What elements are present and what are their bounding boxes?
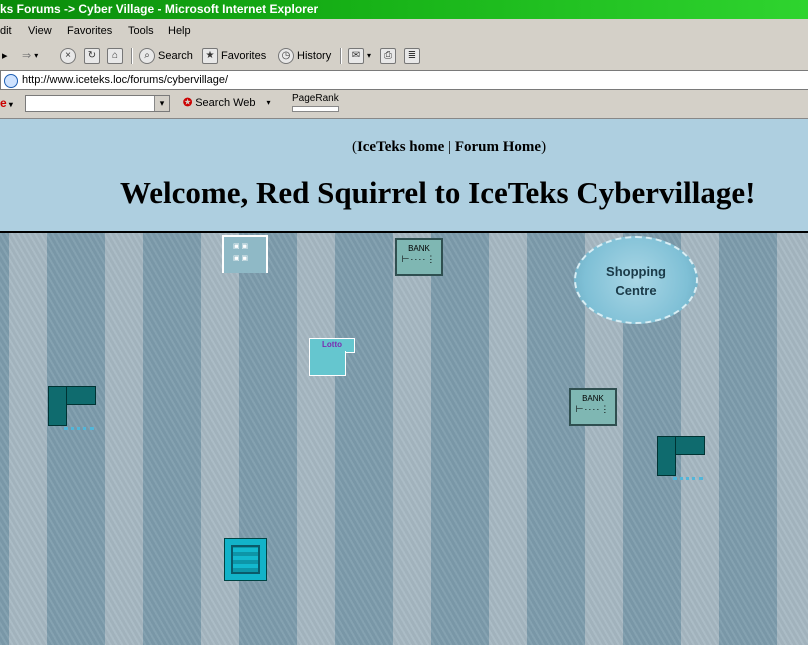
edit-icon: ≣	[404, 48, 420, 64]
menu-edit[interactable]: dit	[0, 21, 12, 41]
print-icon: ⎙	[380, 48, 396, 64]
page-icon	[4, 74, 18, 88]
search-button-label: Search	[158, 50, 193, 62]
address-input[interactable]: http://www.iceteks.loc/forums/cybervilla…	[0, 70, 808, 90]
building-path	[673, 477, 703, 480]
search-toolbar: e ▾ ▾ ✪ Search Web ▾ PageRank	[0, 93, 808, 115]
menu-help[interactable]: Help	[168, 21, 191, 41]
search-logo-text: e	[0, 96, 7, 110]
bank-dots: ⊢····⋮	[575, 404, 611, 414]
bank-building-2[interactable]: BANK ⊢····⋮	[569, 388, 617, 426]
l-shaped-building-2[interactable]	[657, 436, 705, 480]
building-roof-side	[657, 436, 676, 476]
toolbar-separator	[340, 48, 342, 64]
refresh-icon: ↻	[84, 48, 100, 64]
address-url: http://www.iceteks.loc/forums/cybervilla…	[22, 74, 229, 86]
mail-button[interactable]: ✉ ▾	[348, 47, 371, 65]
history-button[interactable]: ◷ History	[278, 47, 331, 65]
building-path	[64, 427, 94, 430]
stop-button[interactable]: ×	[60, 47, 76, 65]
search-web-label: Search Web	[195, 96, 256, 109]
paren-close: )	[541, 139, 547, 155]
search-web-input[interactable]: ▾	[25, 95, 170, 112]
print-button[interactable]: ⎙	[380, 47, 396, 65]
shopping-centre-label-1: Shopping	[606, 264, 666, 279]
square-building[interactable]	[224, 538, 267, 581]
address-bar: http://www.iceteks.loc/forums/cybervilla…	[0, 70, 808, 90]
stop-icon: ×	[60, 48, 76, 64]
window-title: ks Forums -> Cyber Village - Microsoft I…	[0, 0, 808, 19]
chevron-down-icon: ▾	[266, 98, 271, 107]
standard-toolbar: ▸ ⇒ ▾ × ↻ ⌂ ⌕ Search ★ Favorites ◷ History ✉…	[0, 44, 808, 68]
refresh-button[interactable]: ↻	[84, 47, 100, 65]
mail-icon: ✉	[348, 48, 364, 64]
village-map: ▣ ▣ ▣ ▣ BANK ⊢····⋮ Shopping Centre Lotto…	[0, 233, 808, 645]
favorites-icon: ★	[202, 48, 218, 64]
square-building-roof	[231, 545, 260, 574]
search-web-icon: ✪	[183, 97, 193, 109]
shopping-centre-label-2: Centre	[615, 283, 657, 298]
search-button[interactable]: ⌕ Search	[139, 47, 193, 65]
menu-view[interactable]: View	[28, 21, 52, 41]
pagerank-label: PageRank	[292, 93, 339, 104]
page-title: Welcome, Red Squirrel to IceTeks Cybervi…	[120, 175, 756, 210]
back-button[interactable]: ▸	[2, 47, 8, 65]
lotto-building[interactable]: Lotto	[309, 338, 355, 376]
apartment-building[interactable]: ▣ ▣ ▣ ▣	[222, 235, 268, 273]
building-roof-side	[48, 386, 67, 426]
l-shaped-building[interactable]	[48, 386, 96, 430]
home-icon: ⌂	[107, 48, 123, 64]
favorites-button-label: Favorites	[221, 50, 267, 62]
edit-button[interactable]: ≣	[404, 47, 420, 65]
home-button[interactable]: ⌂	[107, 47, 123, 65]
bank-dots: ⊢····⋮	[401, 254, 437, 264]
iceteks-home-link[interactable]: IceTeks home	[357, 139, 444, 155]
lotto-base	[309, 351, 346, 376]
menu-tools[interactable]: Tools	[128, 21, 154, 41]
menu-favorites[interactable]: Favorites	[67, 21, 112, 41]
forward-button[interactable]: ⇒ ▾	[22, 47, 38, 65]
bank-label: BANK	[408, 244, 430, 253]
search-dropdown[interactable]: ▾	[154, 96, 169, 111]
forward-arrow-icon: ⇒	[22, 50, 32, 62]
bank-label: BANK	[582, 394, 604, 403]
pagerank-bar	[292, 106, 339, 112]
history-button-label: History	[297, 50, 332, 62]
bank-building[interactable]: BANK ⊢····⋮	[395, 238, 443, 276]
shopping-centre-building[interactable]: Shopping Centre	[574, 236, 698, 324]
breadcrumb: (IceTeks home | Forum Home)	[0, 139, 808, 156]
forum-home-link[interactable]: Forum Home	[455, 139, 541, 155]
nav-separator: |	[448, 139, 452, 155]
favorites-button[interactable]: ★ Favorites	[202, 47, 266, 65]
page-header: (IceTeks home | Forum Home) Welcome, Red…	[0, 119, 808, 233]
back-arrow-icon: ▸	[2, 50, 8, 62]
search-logo[interactable]: e ▾	[0, 96, 13, 110]
web-page: (IceTeks home | Forum Home) Welcome, Red…	[0, 118, 808, 645]
search-web-button[interactable]: ✪ Search Web ▾	[183, 96, 271, 110]
toolbar-separator	[131, 48, 133, 64]
history-icon: ◷	[278, 48, 294, 64]
search-icon: ⌕	[139, 48, 155, 64]
menu-bar: dit View Favorites Tools Help	[0, 21, 808, 41]
